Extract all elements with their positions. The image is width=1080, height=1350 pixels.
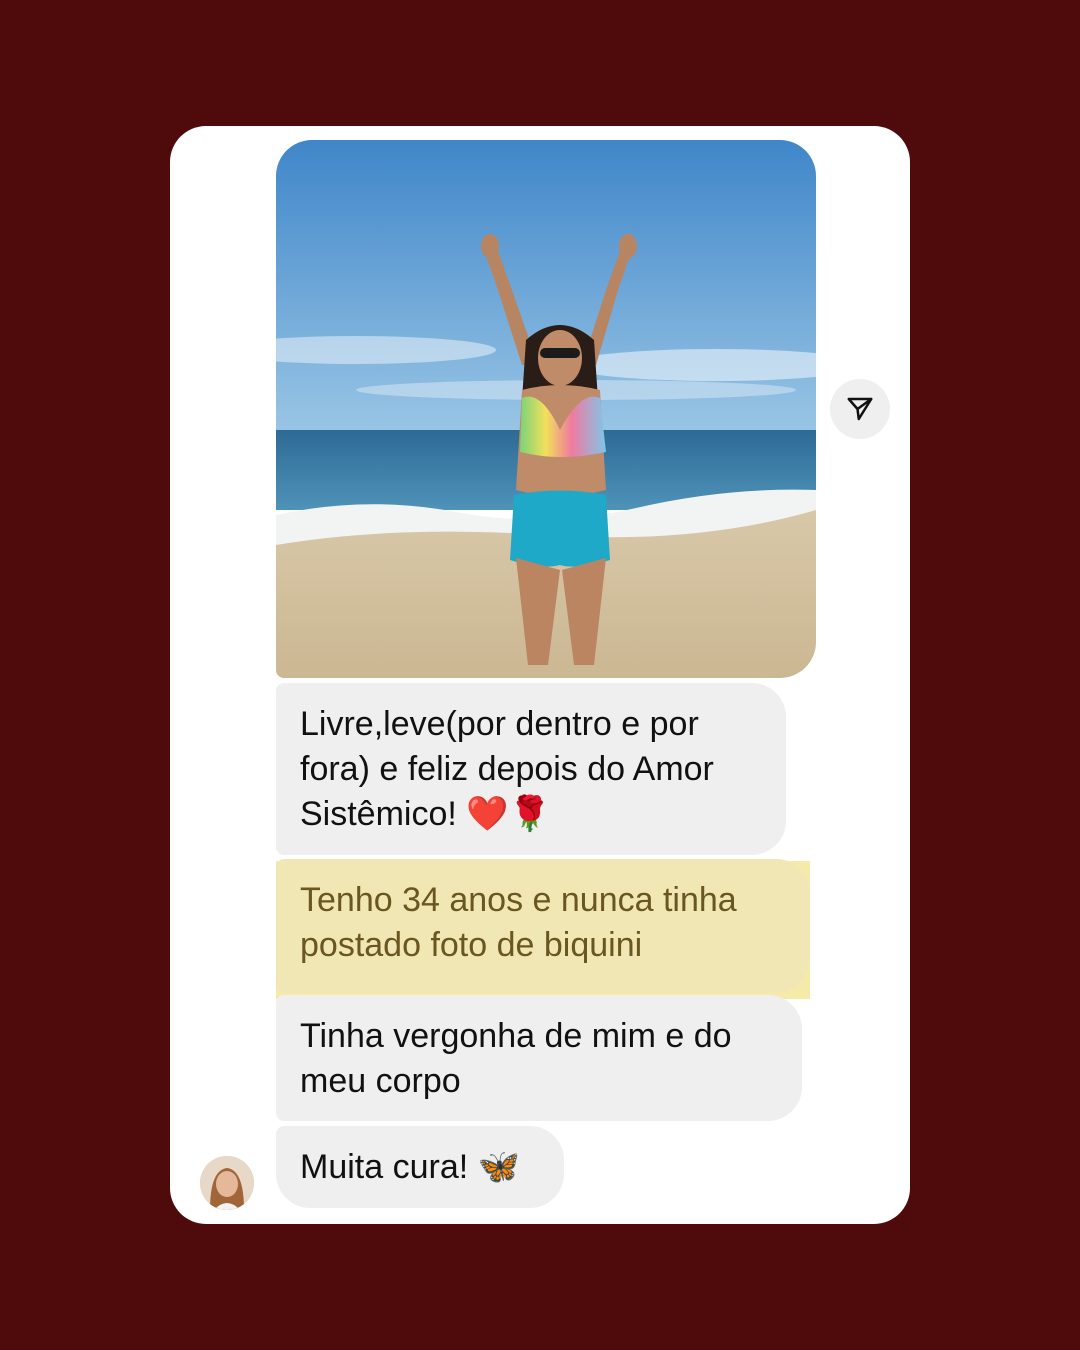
chat-card: Livre,leve(por dentro e por fora) e feli… xyxy=(170,126,910,1224)
message-bubble-highlighted: Tenho 34 anos e nunca tinha postado foto… xyxy=(276,859,810,993)
shared-photo[interactable] xyxy=(276,140,816,678)
beach-photo-illustration xyxy=(276,140,816,678)
message-bubble: Tinha vergonha de mim e do meu corpo xyxy=(276,995,802,1121)
share-button[interactable] xyxy=(830,379,890,439)
avatar-image xyxy=(200,1156,254,1210)
sender-avatar[interactable] xyxy=(200,1156,254,1210)
message-bubble: Livre,leve(por dentro e por fora) e feli… xyxy=(276,683,786,855)
message-bubble-last: Muita cura! 🦋 xyxy=(276,1126,564,1208)
send-icon xyxy=(847,397,873,421)
